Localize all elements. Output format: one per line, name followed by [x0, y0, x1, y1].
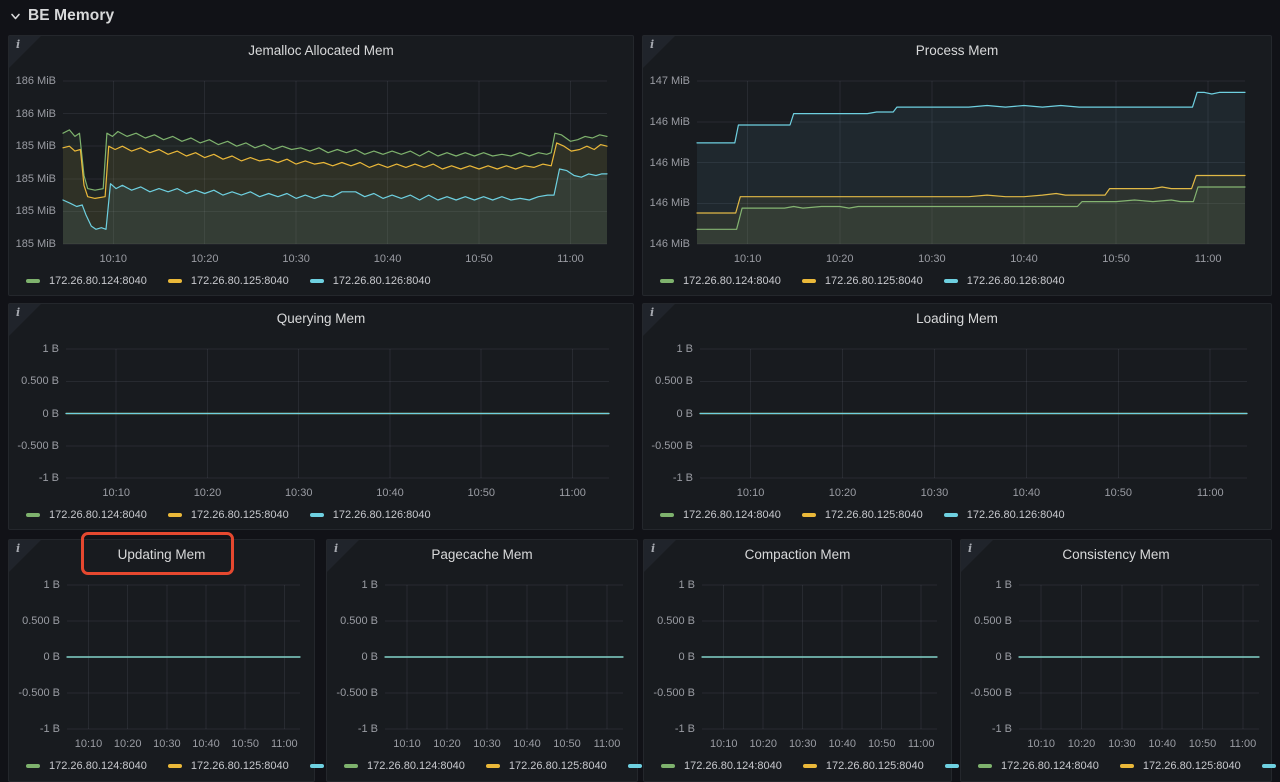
x-axis-tick-label: 10:50: [457, 487, 505, 499]
y-axis-tick-label: 1 B: [9, 579, 60, 591]
x-axis-tick-label: 10:30: [910, 487, 958, 499]
y-axis-tick-label: -1 B: [9, 472, 59, 484]
x-axis-tick-label: 10:40: [366, 487, 414, 499]
x-axis-tick-label: 10:10: [89, 253, 137, 265]
info-icon: i: [16, 306, 20, 319]
panel-updating-mem: i Updating Mem 172.26.80.124:8040172.26.…: [8, 539, 315, 782]
y-axis-tick-label: 1 B: [644, 579, 695, 591]
x-axis-tick-label: 11:00: [1219, 738, 1267, 750]
y-axis-tick-label: -0.500 B: [9, 440, 59, 452]
panel-info-corner[interactable]: i: [9, 36, 41, 68]
info-icon: i: [334, 542, 338, 555]
y-axis-tick-label: 146 MiB: [643, 197, 690, 209]
x-axis-tick-label: 10:20: [818, 487, 866, 499]
y-axis-tick-label: -0.500 B: [644, 687, 695, 699]
panel-info-corner[interactable]: i: [644, 540, 676, 572]
y-axis-tick-label: 185 MiB: [9, 238, 56, 250]
y-axis-tick-label: 186 MiB: [9, 108, 56, 120]
panel-process-mem: i Process Mem 172.26.80.124:8040172.26.8…: [642, 35, 1272, 296]
y-axis-tick-label: 0.500 B: [9, 375, 59, 387]
y-axis-tick-label: 0.500 B: [961, 615, 1012, 627]
x-axis-tick-label: 10:10: [724, 253, 772, 265]
x-axis-tick-label: 10:10: [727, 487, 775, 499]
info-icon: i: [968, 542, 972, 555]
y-axis-tick-label: 0 B: [643, 408, 693, 420]
y-axis-tick-label: 147 MiB: [643, 75, 690, 87]
y-axis-tick-label: 1 B: [961, 579, 1012, 591]
x-axis-tick-label: 10:40: [1000, 253, 1048, 265]
row-header-be-memory[interactable]: BE Memory: [10, 3, 114, 29]
y-axis-tick-label: 186 MiB: [9, 75, 56, 87]
y-axis-tick-label: -0.500 B: [9, 687, 60, 699]
y-axis-tick-label: 0 B: [961, 651, 1012, 663]
y-axis-tick-label: 0.500 B: [644, 615, 695, 627]
x-axis-tick-label: 10:30: [908, 253, 956, 265]
panel-info-corner[interactable]: i: [9, 540, 41, 572]
y-axis-tick-label: -0.500 B: [643, 440, 693, 452]
x-axis-tick-label: 11:00: [583, 738, 631, 750]
y-axis-tick-label: 0.500 B: [9, 615, 60, 627]
panel-loading-mem: i Loading Mem 172.26.80.124:8040172.26.8…: [642, 303, 1272, 530]
y-axis-tick-label: 0 B: [327, 651, 378, 663]
x-axis-tick-label: 11:00: [1186, 487, 1234, 499]
x-axis-tick-label: 10:50: [1092, 253, 1140, 265]
info-icon: i: [650, 38, 654, 51]
panel-info-corner[interactable]: i: [643, 36, 675, 68]
y-axis-tick-label: 0 B: [644, 651, 695, 663]
y-axis-tick-label: 1 B: [9, 343, 59, 355]
info-icon: i: [16, 38, 20, 51]
x-axis-tick-label: 11:00: [260, 738, 308, 750]
x-axis-tick-label: 10:20: [183, 487, 231, 499]
panel-querying-mem: i Querying Mem 172.26.80.124:8040172.26.…: [8, 303, 634, 530]
x-axis-tick-label: 10:40: [1002, 487, 1050, 499]
panel-info-corner[interactable]: i: [9, 304, 41, 336]
x-axis-tick-label: 10:50: [455, 253, 503, 265]
panel-info-corner[interactable]: i: [961, 540, 993, 572]
y-axis-tick-label: -0.500 B: [961, 687, 1012, 699]
y-axis-tick-label: -1 B: [644, 723, 695, 735]
panel-compaction-mem: i Compaction Mem 172.26.80.124:8040172.2…: [643, 539, 952, 782]
x-axis-tick-label: 10:20: [181, 253, 229, 265]
y-axis-tick-label: 0.500 B: [643, 375, 693, 387]
panel-info-corner[interactable]: i: [643, 304, 675, 336]
y-axis-tick-label: 146 MiB: [643, 116, 690, 128]
panel-info-corner[interactable]: i: [327, 540, 359, 572]
y-axis-tick-label: 185 MiB: [9, 205, 56, 217]
info-icon: i: [651, 542, 655, 555]
info-icon: i: [650, 306, 654, 319]
y-axis-tick-label: 0 B: [9, 408, 59, 420]
x-axis-tick-label: 10:30: [272, 253, 320, 265]
chevron-down-icon: [10, 11, 21, 22]
x-axis-tick-label: 11:00: [546, 253, 594, 265]
x-axis-tick-label: 11:00: [1184, 253, 1232, 265]
dashboard: BE Memory i Jemalloc Allocated Mem 172.2…: [0, 0, 1280, 642]
y-axis-tick-label: 146 MiB: [643, 238, 690, 250]
y-axis-tick-label: 0.500 B: [327, 615, 378, 627]
y-axis-tick-label: 146 MiB: [643, 157, 690, 169]
x-axis-tick-label: 10:10: [92, 487, 140, 499]
y-axis-tick-label: -1 B: [327, 723, 378, 735]
y-axis-tick-label: 1 B: [643, 343, 693, 355]
x-axis-tick-label: 10:50: [1094, 487, 1142, 499]
y-axis-tick-label: -0.500 B: [327, 687, 378, 699]
info-icon: i: [16, 542, 20, 555]
y-axis-tick-label: 185 MiB: [9, 173, 56, 185]
panel-jemalloc-allocated-mem: i Jemalloc Allocated Mem 172.26.80.124:8…: [8, 35, 634, 296]
panel-pagecache-mem: i Pagecache Mem 172.26.80.124:8040172.26…: [326, 539, 638, 782]
panel-consistency-mem: i Consistency Mem 172.26.80.124:8040172.…: [960, 539, 1272, 782]
y-axis-tick-label: -1 B: [9, 723, 60, 735]
y-axis-tick-label: -1 B: [643, 472, 693, 484]
row-title: BE Memory: [28, 7, 114, 25]
x-axis-tick-label: 11:00: [897, 738, 945, 750]
x-axis-tick-label: 10:20: [816, 253, 864, 265]
y-axis-tick-label: -1 B: [961, 723, 1012, 735]
x-axis-tick-label: 11:00: [548, 487, 596, 499]
x-axis-tick-label: 10:40: [364, 253, 412, 265]
y-axis-tick-label: 185 MiB: [9, 140, 56, 152]
y-axis-tick-label: 1 B: [327, 579, 378, 591]
x-axis-tick-label: 10:30: [275, 487, 323, 499]
y-axis-tick-label: 0 B: [9, 651, 60, 663]
